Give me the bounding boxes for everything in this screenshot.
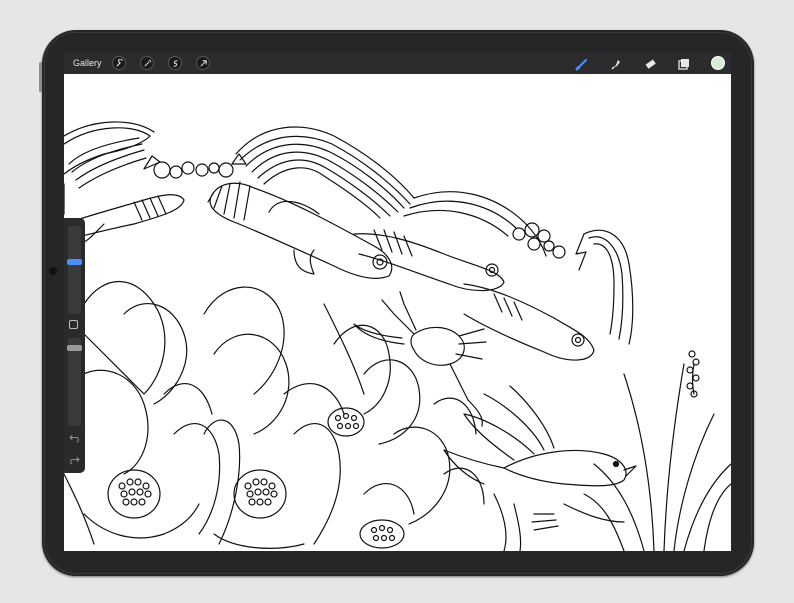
opacity-handle[interactable]	[67, 345, 82, 351]
opacity-slider[interactable]	[68, 338, 81, 426]
redo-icon[interactable]	[69, 454, 80, 465]
fish-middle	[353, 229, 505, 292]
pebbles-right	[512, 222, 566, 259]
camera-icon	[49, 267, 57, 275]
wrench-icon[interactable]	[112, 56, 126, 70]
volume-button	[39, 62, 42, 92]
fish-right	[463, 283, 595, 361]
brush-size-handle[interactable]	[67, 259, 82, 265]
transform-arrow-icon[interactable]	[196, 56, 210, 70]
undo-icon[interactable]	[69, 432, 80, 443]
brush-sidebar	[64, 218, 85, 473]
procreate-screen: Gallery	[64, 53, 731, 551]
modify-square-icon[interactable]	[69, 320, 78, 329]
coral	[493, 493, 625, 551]
color-picker-swatch[interactable]	[711, 56, 725, 70]
eraser-icon[interactable]	[641, 55, 658, 72]
brush-size-slider[interactable]	[68, 226, 81, 314]
layers-icon[interactable]	[675, 55, 692, 72]
fish-center	[207, 181, 393, 279]
drawing-canvas[interactable]	[64, 74, 731, 551]
bird	[443, 385, 637, 487]
magic-wand-icon[interactable]	[140, 56, 154, 70]
selection-icon[interactable]	[168, 56, 182, 70]
flower-right	[327, 324, 485, 549]
smudge-icon[interactable]	[607, 55, 624, 72]
brush-icon[interactable]	[573, 55, 590, 72]
pebbles	[143, 153, 247, 179]
reeds	[583, 350, 731, 551]
wave-left	[64, 121, 155, 215]
gallery-button[interactable]: Gallery	[73, 57, 102, 70]
top-toolbar: Gallery	[64, 53, 731, 74]
wave-right	[575, 229, 634, 345]
flower-left	[64, 281, 221, 545]
